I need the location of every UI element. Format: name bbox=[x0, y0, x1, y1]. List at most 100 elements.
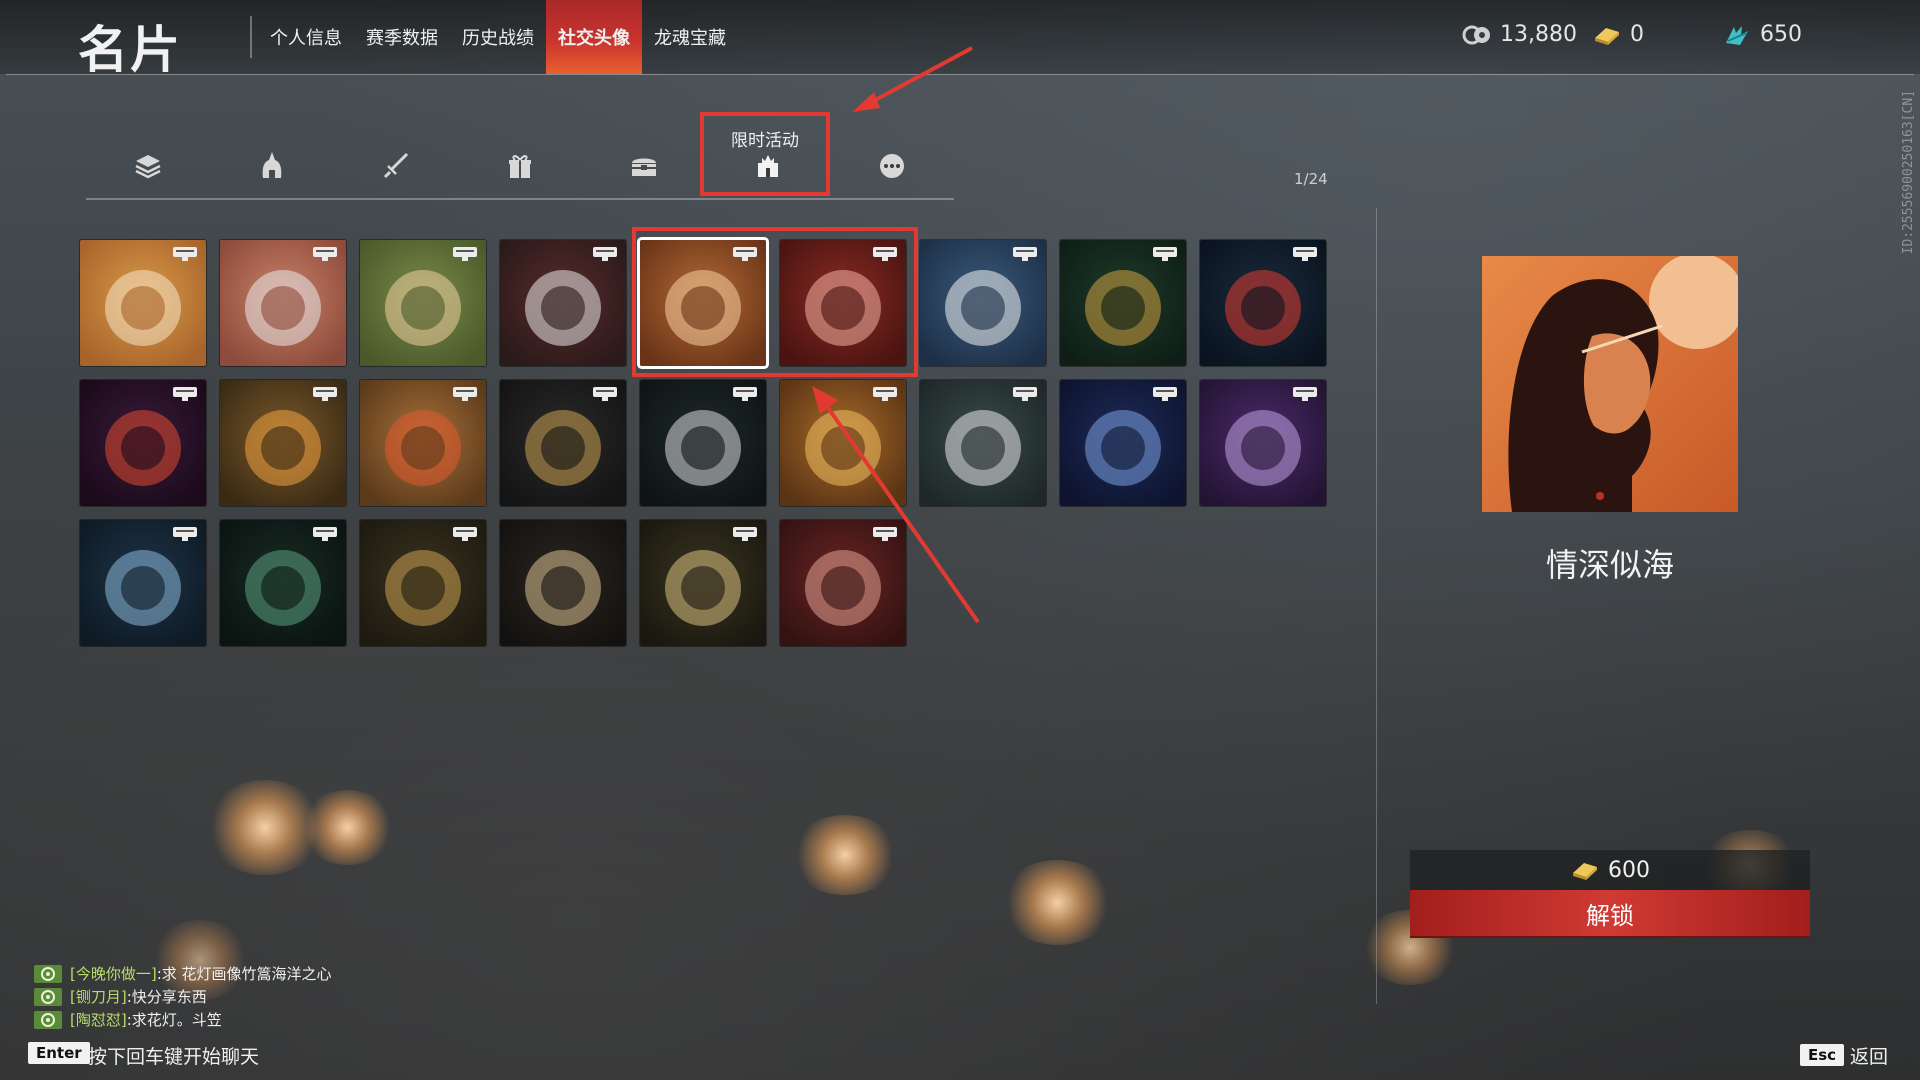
limited-tag-icon bbox=[313, 527, 337, 541]
lantern-glow bbox=[790, 815, 900, 895]
avatar-tile-green-lotus[interactable] bbox=[220, 520, 346, 646]
category-chest[interactable] bbox=[624, 146, 664, 186]
limited-tag-icon bbox=[1013, 387, 1037, 401]
selection-highlight-box bbox=[632, 227, 918, 377]
category-weapon[interactable] bbox=[376, 146, 416, 186]
coin-icon bbox=[1462, 25, 1490, 44]
title-separator bbox=[250, 16, 252, 58]
limited-tag-icon bbox=[1013, 247, 1037, 261]
helmet-icon bbox=[262, 152, 282, 178]
limited-tag-icon bbox=[593, 247, 617, 261]
limited-tag-icon bbox=[1293, 247, 1317, 261]
chat-sender[interactable]: [今晚你做一] bbox=[70, 963, 157, 984]
gold-ingot-icon bbox=[1595, 27, 1619, 45]
more-icon bbox=[880, 154, 904, 178]
avatar-tile-plum-blossom[interactable] bbox=[500, 240, 626, 366]
avatar-tile-red-swirl[interactable] bbox=[80, 380, 206, 506]
limited-tag-icon bbox=[453, 247, 477, 261]
back-button[interactable]: 返回 bbox=[1850, 1042, 1888, 1069]
tab-season-data[interactable]: 赛季数据 bbox=[354, 0, 450, 74]
avatar-tile-christmas-bell[interactable] bbox=[1060, 240, 1186, 366]
limited-tag-icon bbox=[593, 387, 617, 401]
unlock-button[interactable]: 解锁 bbox=[1410, 890, 1810, 938]
avatar-name: 情深似海 bbox=[1545, 546, 1674, 584]
avatar-tile-flame-warrior[interactable] bbox=[220, 380, 346, 506]
avatar-tile-blue-maiden[interactable] bbox=[1060, 380, 1186, 506]
avatar-tile-gold-lotus[interactable] bbox=[360, 520, 486, 646]
avatar-tile-cat[interactable] bbox=[220, 240, 346, 366]
limited-tag-icon bbox=[453, 527, 477, 541]
currency-jade: 650 bbox=[1722, 22, 1802, 47]
top-nav: 个人信息 赛季数据 历史战绩 社交头像 龙魂宝藏 bbox=[258, 0, 738, 74]
limited-tag-icon bbox=[1153, 247, 1177, 261]
jade-value: 650 bbox=[1760, 22, 1802, 47]
limited-tag-icon bbox=[313, 247, 337, 261]
chat-message: [今晚你做一] :求 花灯画像竹篙海洋之心 bbox=[34, 962, 332, 985]
enter-chat-hint: 按下回车键开始聊天 bbox=[88, 1046, 260, 1068]
limited-tag-icon bbox=[313, 387, 337, 401]
enter-key-badge[interactable]: Enter bbox=[28, 1042, 90, 1064]
avatar-art bbox=[525, 550, 601, 626]
avatar-tile-arrowhead[interactable] bbox=[500, 520, 626, 646]
chat-log: [今晚你做一] :求 花灯画像竹篙海洋之心 [铡刀月] :快分享东西 [陶怼怼]… bbox=[34, 962, 332, 1031]
limited-tag-icon bbox=[173, 247, 197, 261]
tab-personal-info[interactable]: 个人信息 bbox=[258, 0, 354, 74]
avatar-tile-red-koi[interactable] bbox=[780, 520, 906, 646]
avatar-tile-masked-face[interactable] bbox=[920, 240, 1046, 366]
category-underline bbox=[86, 198, 954, 200]
coin-value: 13,880 bbox=[1500, 22, 1577, 47]
avatar-tile-golden-dragon[interactable] bbox=[780, 380, 906, 506]
avatar-tile-dragon-fish[interactable] bbox=[500, 380, 626, 506]
category-more[interactable] bbox=[872, 146, 912, 186]
limited-tag-icon bbox=[1153, 387, 1177, 401]
limited-tag-icon bbox=[873, 527, 897, 541]
limited-tag-icon bbox=[173, 387, 197, 401]
category-all[interactable] bbox=[128, 146, 168, 186]
chat-message: [陶怼怼] :求花灯。斗笠 bbox=[34, 1008, 332, 1031]
limited-tag-icon bbox=[733, 527, 757, 541]
currency-coin: 13,880 bbox=[1462, 22, 1577, 47]
chat-message: [铡刀月] :快分享东西 bbox=[34, 985, 332, 1008]
avatar-tile-violet-maiden[interactable] bbox=[1200, 380, 1326, 506]
panel-divider bbox=[1376, 208, 1377, 1004]
category-gift[interactable] bbox=[500, 146, 540, 186]
chat-text: :快分享东西 bbox=[126, 988, 207, 1006]
chest-icon bbox=[632, 158, 656, 176]
avatar-tile-otter[interactable] bbox=[360, 240, 486, 366]
limited-tag-icon bbox=[453, 387, 477, 401]
avatar-tile-red-blade[interactable] bbox=[1200, 240, 1326, 366]
avatar-preview-image bbox=[1482, 256, 1738, 512]
page-title: 名片 bbox=[78, 21, 182, 79]
currency-gold: 0 bbox=[1592, 22, 1644, 47]
avatar-tile-shiba[interactable] bbox=[80, 240, 206, 366]
chat-sender[interactable]: [铡刀月] bbox=[70, 986, 127, 1007]
chat-text: :求 花灯画像竹篙海洋之心 bbox=[156, 965, 332, 983]
price-value: 600 bbox=[1608, 857, 1650, 883]
esc-key-badge[interactable]: Esc bbox=[1800, 1044, 1845, 1066]
limited-tag-icon bbox=[1293, 387, 1317, 401]
limited-tag-icon bbox=[173, 527, 197, 541]
page-counter: 1/24 bbox=[1294, 170, 1328, 188]
tab-history[interactable]: 历史战绩 bbox=[450, 0, 546, 74]
lantern-glow bbox=[1000, 860, 1115, 945]
chat-channel-icon bbox=[34, 1010, 62, 1029]
chat-channel-icon bbox=[34, 987, 62, 1006]
lantern-glow bbox=[300, 790, 395, 865]
chat-text: :求花灯。斗笠 bbox=[126, 1011, 222, 1029]
chat-channel-icon bbox=[34, 964, 62, 983]
limited-tag-icon bbox=[873, 387, 897, 401]
chat-sender[interactable]: [陶怼怼] bbox=[70, 1009, 127, 1030]
tab-social-avatar[interactable]: 社交头像 bbox=[546, 0, 642, 74]
price-bar: 600 bbox=[1410, 850, 1810, 890]
avatar-tile-moon-rabbits[interactable] bbox=[920, 380, 1046, 506]
gift-icon bbox=[509, 155, 531, 178]
layers-icon bbox=[135, 155, 161, 179]
avatar-tile-koi-swords[interactable] bbox=[360, 380, 486, 506]
server-id: ID:25556900250163[CN] bbox=[1901, 90, 1916, 255]
avatar-tile-lantern-dress[interactable] bbox=[640, 520, 766, 646]
category-helmet[interactable] bbox=[252, 146, 292, 186]
tab-dragon-treasure[interactable]: 龙魂宝藏 bbox=[642, 0, 738, 74]
avatar-tile-blue-lotus[interactable] bbox=[80, 520, 206, 646]
avatar-tile-shield-koi[interactable] bbox=[640, 380, 766, 506]
jade-icon bbox=[1726, 25, 1748, 45]
